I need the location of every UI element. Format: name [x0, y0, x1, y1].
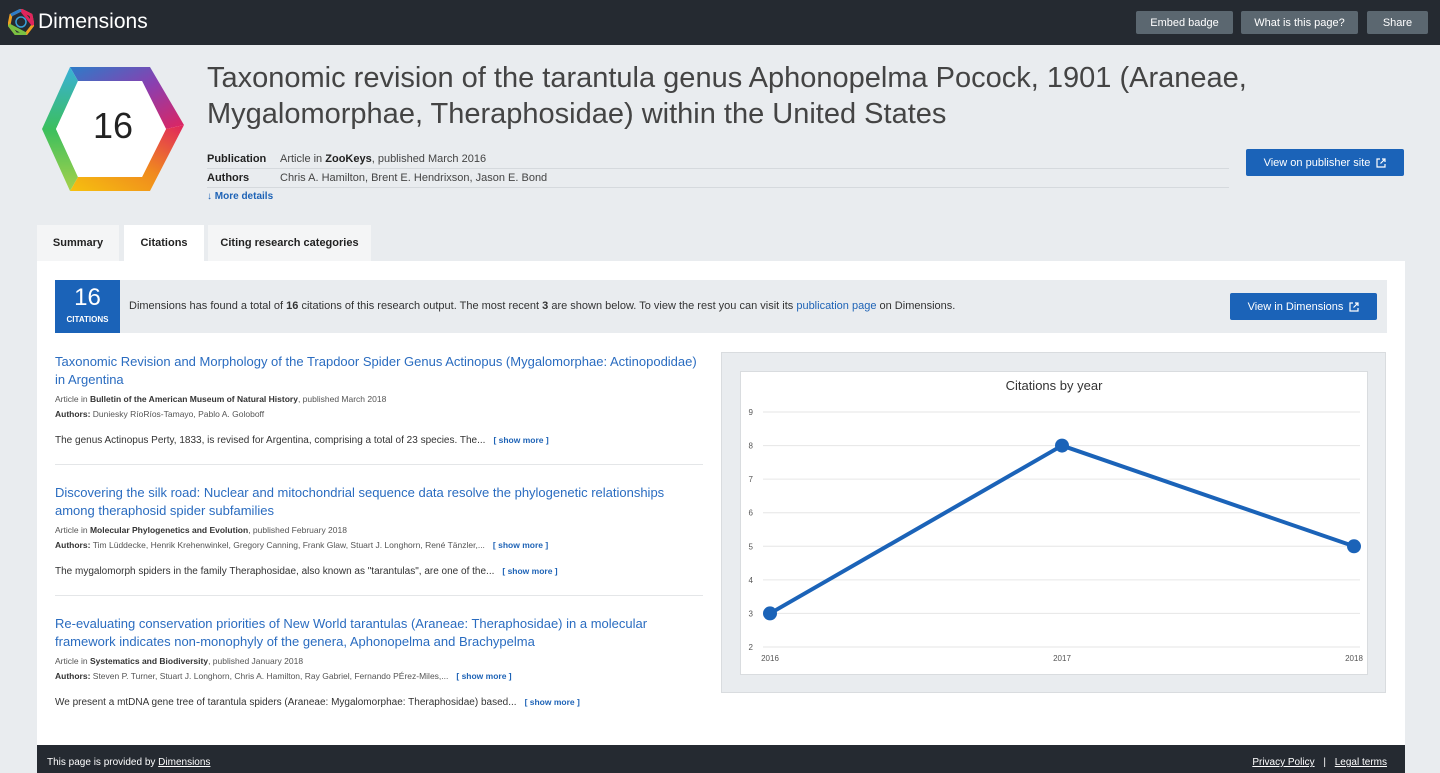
data-point [1347, 539, 1361, 554]
citation-abstract: The mygalomorph spiders in the family Th… [55, 566, 558, 577]
show-more-authors-link[interactable]: [ show more ] [456, 671, 511, 681]
chart-title: Citations by year [1006, 378, 1103, 393]
brand-name: Dimensions [38, 10, 148, 33]
divider [55, 595, 703, 596]
citations-count-box: 16 CITATIONS [55, 280, 120, 333]
view-publisher-site-button[interactable]: View on publisher site [1246, 149, 1404, 176]
x-tick-label: 2018 [1345, 654, 1363, 663]
publication-row: Publication Article in ZooKeys, publishe… [207, 150, 1229, 169]
publication-journal[interactable]: ZooKeys [325, 153, 371, 165]
show-more-authors-link[interactable]: [ show more ] [493, 540, 548, 550]
footer-dimensions-link[interactable]: Dimensions [158, 757, 210, 768]
view-in-dimensions-button[interactable]: View in Dimensions [1230, 293, 1377, 320]
embed-badge-button[interactable]: Embed badge [1136, 11, 1233, 34]
publication-page-link[interactable]: publication page [796, 300, 876, 312]
tab-citations[interactable]: Citations [124, 225, 204, 261]
citation-item: Re-evaluating conservation priorities of… [55, 615, 703, 710]
y-tick-label: 4 [749, 576, 754, 585]
publication-label: Publication [207, 153, 267, 165]
more-details-link[interactable]: ↓ More details [207, 191, 273, 202]
show-more-link[interactable]: [ show more ] [502, 566, 557, 576]
citation-meta: Article in Molecular Phylogenetics and E… [55, 525, 347, 535]
citation-abstract: The genus Actinopus Perty, 1833, is revi… [55, 435, 549, 446]
authors-row: Authors Chris A. Hamilton, Brent E. Hend… [207, 169, 1229, 188]
publication-title: Taxonomic revision of the tarantula genu… [207, 62, 1247, 130]
citation-meta: Article in Systematics and Biodiversity,… [55, 656, 304, 666]
footer-links: Privacy Policy | Legal terms [1252, 757, 1387, 768]
y-tick-label: 8 [749, 442, 754, 451]
citation-authors: Authors: Duniesky RíoRíos-Tamayo, Pablo … [55, 409, 265, 419]
badge-count: 16 [93, 105, 133, 146]
y-tick-label: 2 [749, 643, 754, 652]
y-tick-label: 5 [749, 542, 754, 551]
dimensions-badge[interactable]: 16 [38, 63, 188, 195]
citations-by-year-chart: Citations by year 2 3 4 5 6 7 8 9 2016 2017 2018 [749, 378, 1364, 663]
authors-label: Authors [207, 172, 250, 184]
citation-title[interactable]: Re-evaluating conservation priorities of… [55, 615, 703, 651]
citation-authors: Authors: Tim Lüddecke, Henrik Krehenwink… [55, 540, 549, 550]
x-tick-label: 2017 [1053, 654, 1071, 663]
chart-card: Citations by year 2 3 4 5 6 7 8 9 2016 2017 2018 [740, 371, 1368, 675]
y-tick-label: 6 [749, 509, 754, 518]
y-tick-label: 9 [749, 408, 754, 417]
privacy-policy-link[interactable]: Privacy Policy [1252, 757, 1314, 768]
tab-summary[interactable]: Summary [37, 225, 119, 261]
arrow-down-icon: ↓ [207, 191, 212, 202]
series-line [769, 443, 1355, 616]
authors-value: Chris A. Hamilton, Brent E. Hendrixson, … [280, 172, 548, 184]
citations-info-text: Dimensions has found a total of 16 citat… [129, 300, 956, 312]
show-more-link[interactable]: [ show more ] [525, 697, 580, 707]
data-point [763, 606, 777, 621]
x-tick-label: 2016 [761, 654, 779, 663]
footer-provided-by: This page is provided by Dimensions [47, 757, 211, 768]
citation-title[interactable]: Discovering the silk road: Nuclear and m… [55, 484, 703, 520]
y-tick-label: 3 [749, 609, 754, 618]
citation-item: Discovering the silk road: Nuclear and m… [55, 484, 703, 579]
citations-count: 16 [74, 284, 101, 311]
tab-citing-research-categories[interactable]: Citing research categories [208, 225, 371, 261]
show-more-link[interactable]: [ show more ] [493, 435, 548, 445]
citation-abstract: We present a mtDNA gene tree of tarantul… [55, 697, 580, 708]
publication-value: Article in ZooKeys, published March 2016 [280, 153, 487, 165]
what-is-this-page-button[interactable]: What is this page? [1241, 11, 1358, 34]
top-bar: Dimensions Embed badge What is this page… [0, 0, 1440, 45]
footer: This page is provided by Dimensions Priv… [37, 745, 1405, 773]
dimensions-logo[interactable]: Dimensions [8, 9, 148, 35]
footer-separator: | [1323, 757, 1326, 768]
citation-item: Taxonomic Revision and Morphology of the… [55, 353, 703, 448]
legal-terms-link[interactable]: Legal terms [1335, 757, 1387, 768]
citation-title[interactable]: Taxonomic Revision and Morphology of the… [55, 353, 703, 389]
external-link-icon [1376, 157, 1387, 168]
share-button[interactable]: Share [1367, 11, 1428, 34]
dimensions-logo-icon [8, 9, 34, 35]
external-link-icon [1349, 301, 1359, 312]
citation-meta: Article in Bulletin of the American Muse… [55, 394, 387, 404]
y-tick-label: 7 [749, 475, 754, 484]
citations-count-label: CITATIONS [66, 315, 109, 324]
divider [55, 464, 703, 465]
citation-authors: Authors: Steven P. Turner, Stuart J. Lon… [55, 671, 512, 681]
data-point [1055, 438, 1069, 453]
